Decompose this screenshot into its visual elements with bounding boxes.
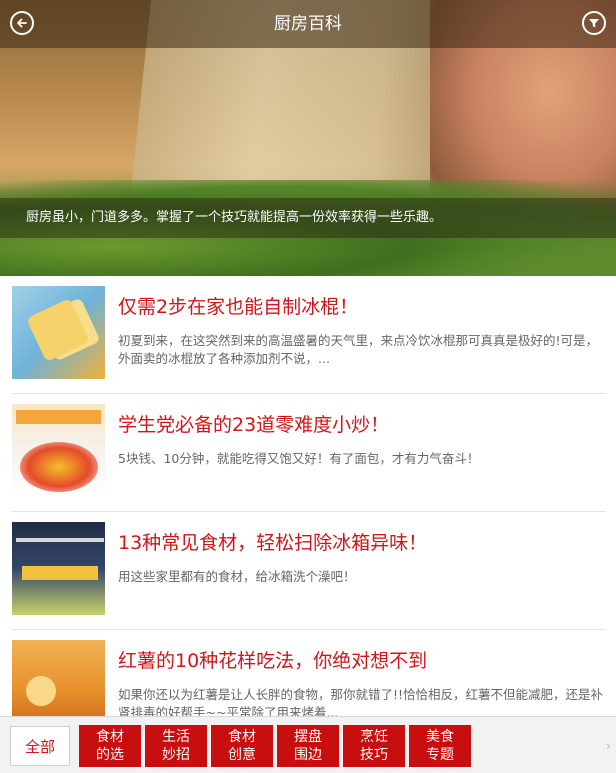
tab-life-tips[interactable]: 生活 妙招 bbox=[145, 725, 207, 767]
page-title: 厨房百科 bbox=[274, 14, 342, 34]
article-title[interactable]: 红薯的10种花样吃法，你绝对想不到 bbox=[118, 646, 608, 673]
article-thumbnail-stirfry bbox=[12, 404, 105, 497]
article-summary: 5块钱、10分钟，就能吃得又饱又好！有了面包，才有力气奋斗！ bbox=[118, 451, 480, 466]
tab-food-topics[interactable]: 美食 专题 bbox=[409, 725, 471, 767]
tab-label-line2: 围边 bbox=[294, 747, 322, 763]
back-button[interactable] bbox=[10, 11, 34, 35]
article-item[interactable]: 13种常见食材，轻松扫除冰箱异味！ 用这些家里都有的食材，给冰箱洗个澡吧！ bbox=[0, 512, 616, 630]
hero-caption-bar: 厨房虽小，门道多多。掌握了一个技巧就能提高一份效率获得一些乐趣。 bbox=[0, 198, 616, 238]
tab-label-line1: 烹饪 bbox=[360, 729, 388, 745]
filter-button[interactable] bbox=[582, 11, 606, 35]
tab-all[interactable]: 全部 bbox=[10, 726, 70, 766]
tab-label-line1: 食材 bbox=[228, 729, 256, 745]
tab-label-line2: 妙招 bbox=[162, 747, 190, 763]
article-title[interactable]: 仅需2步在家也能自制冰棍！ bbox=[118, 292, 608, 319]
tab-label-line2: 创意 bbox=[228, 747, 256, 763]
tab-label-line2: 的选 bbox=[96, 747, 124, 763]
top-bar: 厨房百科 bbox=[0, 0, 616, 48]
article-summary: 初夏到来，在这突然到来的高温盛暑的天气里，来点冷饮冰棍那可真真是极好的!可是，外… bbox=[118, 333, 599, 366]
tab-ingredient-selection[interactable]: 食材 的选 bbox=[79, 725, 141, 767]
hero-caption: 厨房虽小，门道多多。掌握了一个技巧就能提高一份效率获得一些乐趣。 bbox=[26, 210, 443, 225]
tab-ingredient-creativity[interactable]: 食材 创意 bbox=[211, 725, 273, 767]
article-item[interactable]: 红薯的10种花样吃法，你绝对想不到 如果你还以为红薯是让人长胖的食物，那你就错了… bbox=[0, 630, 616, 716]
back-arrow-icon bbox=[17, 18, 27, 28]
more-tabs-chevron-icon[interactable]: › bbox=[606, 739, 611, 753]
tab-label-line1: 摆盘 bbox=[294, 729, 322, 745]
tab-label-line2: 专题 bbox=[426, 747, 454, 763]
tab-label-line2: 技巧 bbox=[360, 747, 388, 763]
article-title[interactable]: 学生党必备的23道零难度小炒！ bbox=[118, 410, 608, 437]
tab-label-line1: 生活 bbox=[162, 729, 190, 745]
tab-label-line1: 美食 bbox=[426, 729, 454, 745]
tab-plating[interactable]: 摆盘 围边 bbox=[277, 725, 339, 767]
article-summary: 如果你还以为红薯是让人长胖的食物，那你就错了!!恰恰相反，红薯不但能减肥，还是补… bbox=[118, 687, 604, 716]
article-list[interactable]: 仅需2步在家也能自制冰棍！ 初夏到来，在这突然到来的高温盛暑的天气里，来点冷饮冰… bbox=[0, 276, 616, 716]
article-title[interactable]: 13种常见食材，轻松扫除冰箱异味！ bbox=[118, 528, 608, 555]
tab-cooking-skills[interactable]: 烹饪 技巧 bbox=[343, 725, 405, 767]
tab-label-line1: 食材 bbox=[96, 729, 124, 745]
article-thumbnail-fridge bbox=[12, 522, 105, 615]
category-tab-bar: 全部 食材 的选 生活 妙招 食材 创意 摆盘 围边 烹饪 技巧 美食 专题 › bbox=[0, 716, 616, 773]
article-summary: 用这些家里都有的食材，给冰箱洗个澡吧！ bbox=[118, 569, 356, 584]
article-item[interactable]: 学生党必备的23道零难度小炒！ 5块钱、10分钟，就能吃得又饱又好！有了面包，才… bbox=[0, 394, 616, 512]
article-thumbnail-popsicle bbox=[12, 286, 105, 379]
filter-icon bbox=[589, 19, 599, 28]
article-item[interactable]: 仅需2步在家也能自制冰棍！ 初夏到来，在这突然到来的高温盛暑的天气里，来点冷饮冰… bbox=[0, 276, 616, 394]
article-thumbnail-sweet-potato bbox=[12, 640, 105, 716]
